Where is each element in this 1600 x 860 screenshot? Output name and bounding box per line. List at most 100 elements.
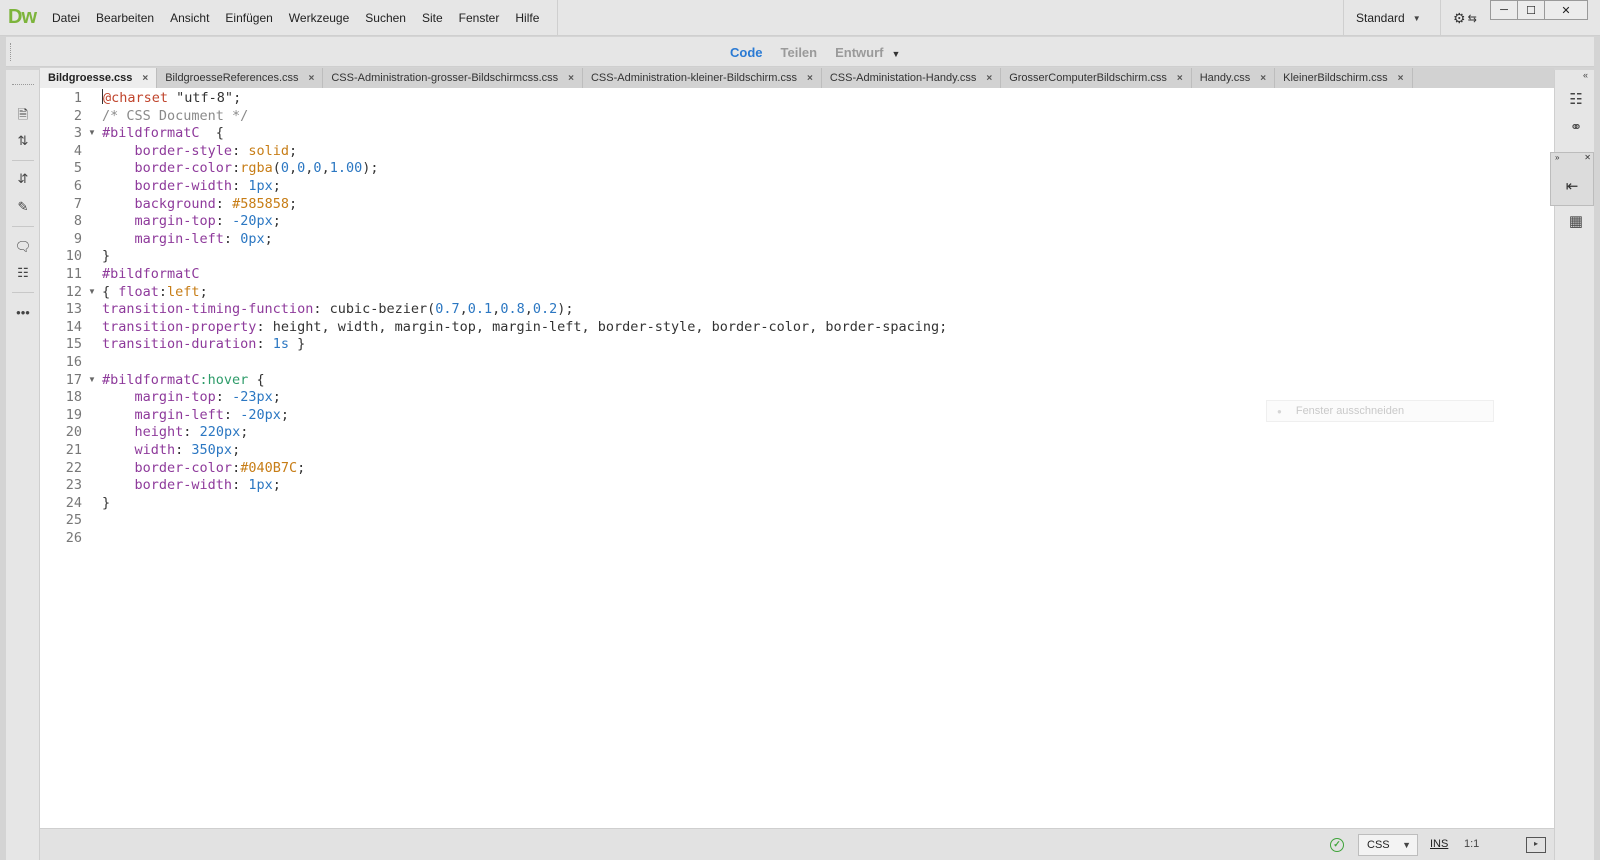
close-tab-icon[interactable]: × [807, 73, 813, 84]
code-line[interactable]: margin-left: 0px; [102, 230, 273, 248]
expand-all-icon[interactable]: ⇵ [14, 170, 32, 188]
document-tab[interactable]: KleinerBildschirm.css × [1275, 68, 1413, 88]
expand-panel-icon[interactable]: » [1555, 153, 1559, 162]
toolbar-grip[interactable] [12, 84, 34, 85]
menu-item-fenster[interactable]: Fenster [451, 11, 508, 25]
check-circle-icon[interactable]: ✓ [1330, 838, 1344, 852]
menu-item-suchen[interactable]: Suchen [357, 11, 414, 25]
code-token: : [215, 213, 233, 230]
close-tab-icon[interactable]: × [568, 73, 574, 84]
format-source-icon[interactable]: ✎ [14, 198, 32, 216]
code-token: ); [362, 160, 379, 177]
code-line[interactable]: height: 220px; [102, 423, 249, 441]
title-bar: Dw Datei Bearbeiten Ansicht Einfügen Werkzeu… [0, 0, 1600, 36]
realtime-preview-icon[interactable]: ▸ [1526, 837, 1546, 853]
code-line[interactable]: margin-top: -23px; [102, 388, 281, 406]
close-tab-icon[interactable]: × [1398, 73, 1404, 84]
toolbar-divider [12, 160, 34, 161]
document-tab[interactable]: Bildgroesse.css × [40, 68, 158, 88]
code-token: : [232, 459, 241, 476]
document-tab[interactable]: CSS-Administration-kleiner-Bildschirm.cs… [583, 68, 822, 88]
menu-item-hilfe[interactable]: Hilfe [507, 11, 547, 25]
code-line[interactable]: border-width: 1px; [102, 476, 281, 494]
document-tab[interactable]: CSS-Administation-Handy.css × [822, 68, 1002, 88]
file-management-icon[interactable]: ⇅ [14, 132, 32, 150]
document-type-select[interactable]: CSS ▼ [1358, 834, 1418, 856]
menu-item-einfügen[interactable]: Einfügen [217, 11, 280, 25]
sync-icon[interactable]: ⇆ [1468, 12, 1477, 25]
minimize-button[interactable]: ─ [1490, 0, 1518, 20]
fold-toggle-icon[interactable]: ▼ [88, 371, 98, 389]
gear-icon[interactable]: ⚙ [1453, 10, 1466, 27]
floating-panel[interactable]: » ✕ ⇤ [1550, 152, 1594, 206]
code-line[interactable]: } [102, 247, 110, 265]
open-documents-icon[interactable]: 🗎 [14, 106, 32, 124]
line-number: 4 [73, 142, 82, 159]
code-line[interactable]: transition-duration: 1s } [102, 335, 305, 353]
code-line[interactable]: border-color:#040B7C; [102, 459, 306, 477]
code-token: ; [272, 477, 281, 494]
close-window-button[interactable]: ✕ [1544, 0, 1588, 20]
code-line[interactable]: transition-property: height, width, marg… [102, 318, 947, 336]
document-tab[interactable]: Handy.css × [1192, 68, 1276, 88]
code-token: 1s [272, 336, 289, 353]
code-line[interactable]: border-color:rgba(0,0,0,1.00); [102, 159, 379, 177]
close-tab-icon[interactable]: × [1260, 73, 1266, 84]
line-number: 17 [65, 371, 82, 388]
code-line[interactable]: /* CSS Document */ [102, 107, 248, 125]
code-line[interactable]: transition-timing-function: cubic-bezier… [102, 300, 574, 318]
menu-item-bearbeiten[interactable]: Bearbeiten [88, 11, 162, 25]
view-tab-code[interactable]: Code [730, 45, 763, 60]
close-tab-icon[interactable]: × [1177, 73, 1183, 84]
close-tab-icon[interactable]: × [986, 73, 992, 84]
collapse-panels-icon[interactable]: « [1583, 70, 1588, 80]
apply-comment-icon[interactable]: 🗨 [14, 238, 32, 256]
menu-item-datei[interactable]: Datei [44, 11, 88, 25]
menu-item-site[interactable]: Site [414, 11, 451, 25]
document-tab[interactable]: BildgroesseReferences.css × [157, 68, 324, 88]
more-icon[interactable]: ••• [14, 304, 32, 322]
insert-panel-icon[interactable]: ⇤ [1561, 177, 1583, 197]
code-line[interactable]: #bildformatC { [102, 124, 224, 142]
maximize-icon: ☐ [1526, 4, 1536, 17]
fold-toggle-icon[interactable]: ▼ [88, 283, 98, 301]
code-snippets-icon[interactable]: ▦ [1565, 212, 1587, 232]
fold-toggle-icon[interactable]: ▼ [88, 124, 98, 142]
code-line[interactable]: margin-top: -20px; [102, 212, 281, 230]
code-line[interactable]: background: #585858; [102, 195, 298, 213]
toolbar-grip[interactable] [10, 43, 12, 61]
code-line[interactable]: border-width: 1px; [102, 177, 281, 195]
view-tab-teilen[interactable]: Teilen [781, 45, 818, 60]
code-line[interactable]: width: 350px; [102, 441, 241, 459]
view-tab-entwurf[interactable]: Entwurf ▼ [835, 45, 900, 60]
close-panel-icon[interactable]: ✕ [1584, 153, 1591, 162]
code-line[interactable]: } [102, 494, 110, 512]
maximize-button[interactable]: ☐ [1517, 0, 1545, 20]
code-token: ; [288, 195, 298, 212]
code-token: ( [272, 160, 281, 177]
code-line[interactable]: @charset "utf-8"; [102, 89, 241, 107]
workspace-switcher[interactable]: Standard ▼ [1343, 0, 1433, 36]
sync-settings[interactable]: ⚙ ⇆ [1440, 0, 1490, 36]
code-line[interactable]: { float:left; [102, 283, 208, 301]
code-line[interactable]: border-style: solid; [102, 142, 298, 160]
document-tab[interactable]: GrosserComputerBildschirm.css × [1001, 68, 1192, 88]
menu-item-werkzeuge[interactable]: Werkzeuge [281, 11, 357, 25]
code-token: ; [272, 389, 281, 406]
insert-mode-toggle[interactable]: INS [1430, 838, 1448, 850]
remove-comment-icon[interactable]: ☷ [14, 264, 32, 282]
site-structure-icon[interactable]: ☷ [1565, 90, 1587, 110]
code-token: { [248, 371, 265, 388]
code-line[interactable]: #bildformatC [102, 265, 200, 283]
code-line[interactable]: margin-left: -20px; [102, 406, 289, 424]
menu-item-ansicht[interactable]: Ansicht [162, 11, 217, 25]
code-editor[interactable]: 1 2 3 ▼ 4 5 6 7 8 9 10 11 12 ▼ 13 14 15 16 17 ▼ 18 19 20 21 22 23… [40, 88, 1554, 828]
code-token: margin-top [134, 389, 216, 406]
creative-cloud-icon[interactable]: ⚭ [1565, 118, 1587, 138]
chevron-down-icon[interactable]: ▼ [892, 49, 901, 59]
close-tab-icon[interactable]: × [309, 73, 315, 84]
code-line[interactable]: #bildformatC:hover { [102, 371, 265, 389]
document-tab[interactable]: CSS-Administration-grosser-Bildschirmcss… [323, 68, 583, 88]
close-tab-icon[interactable]: × [142, 73, 148, 84]
